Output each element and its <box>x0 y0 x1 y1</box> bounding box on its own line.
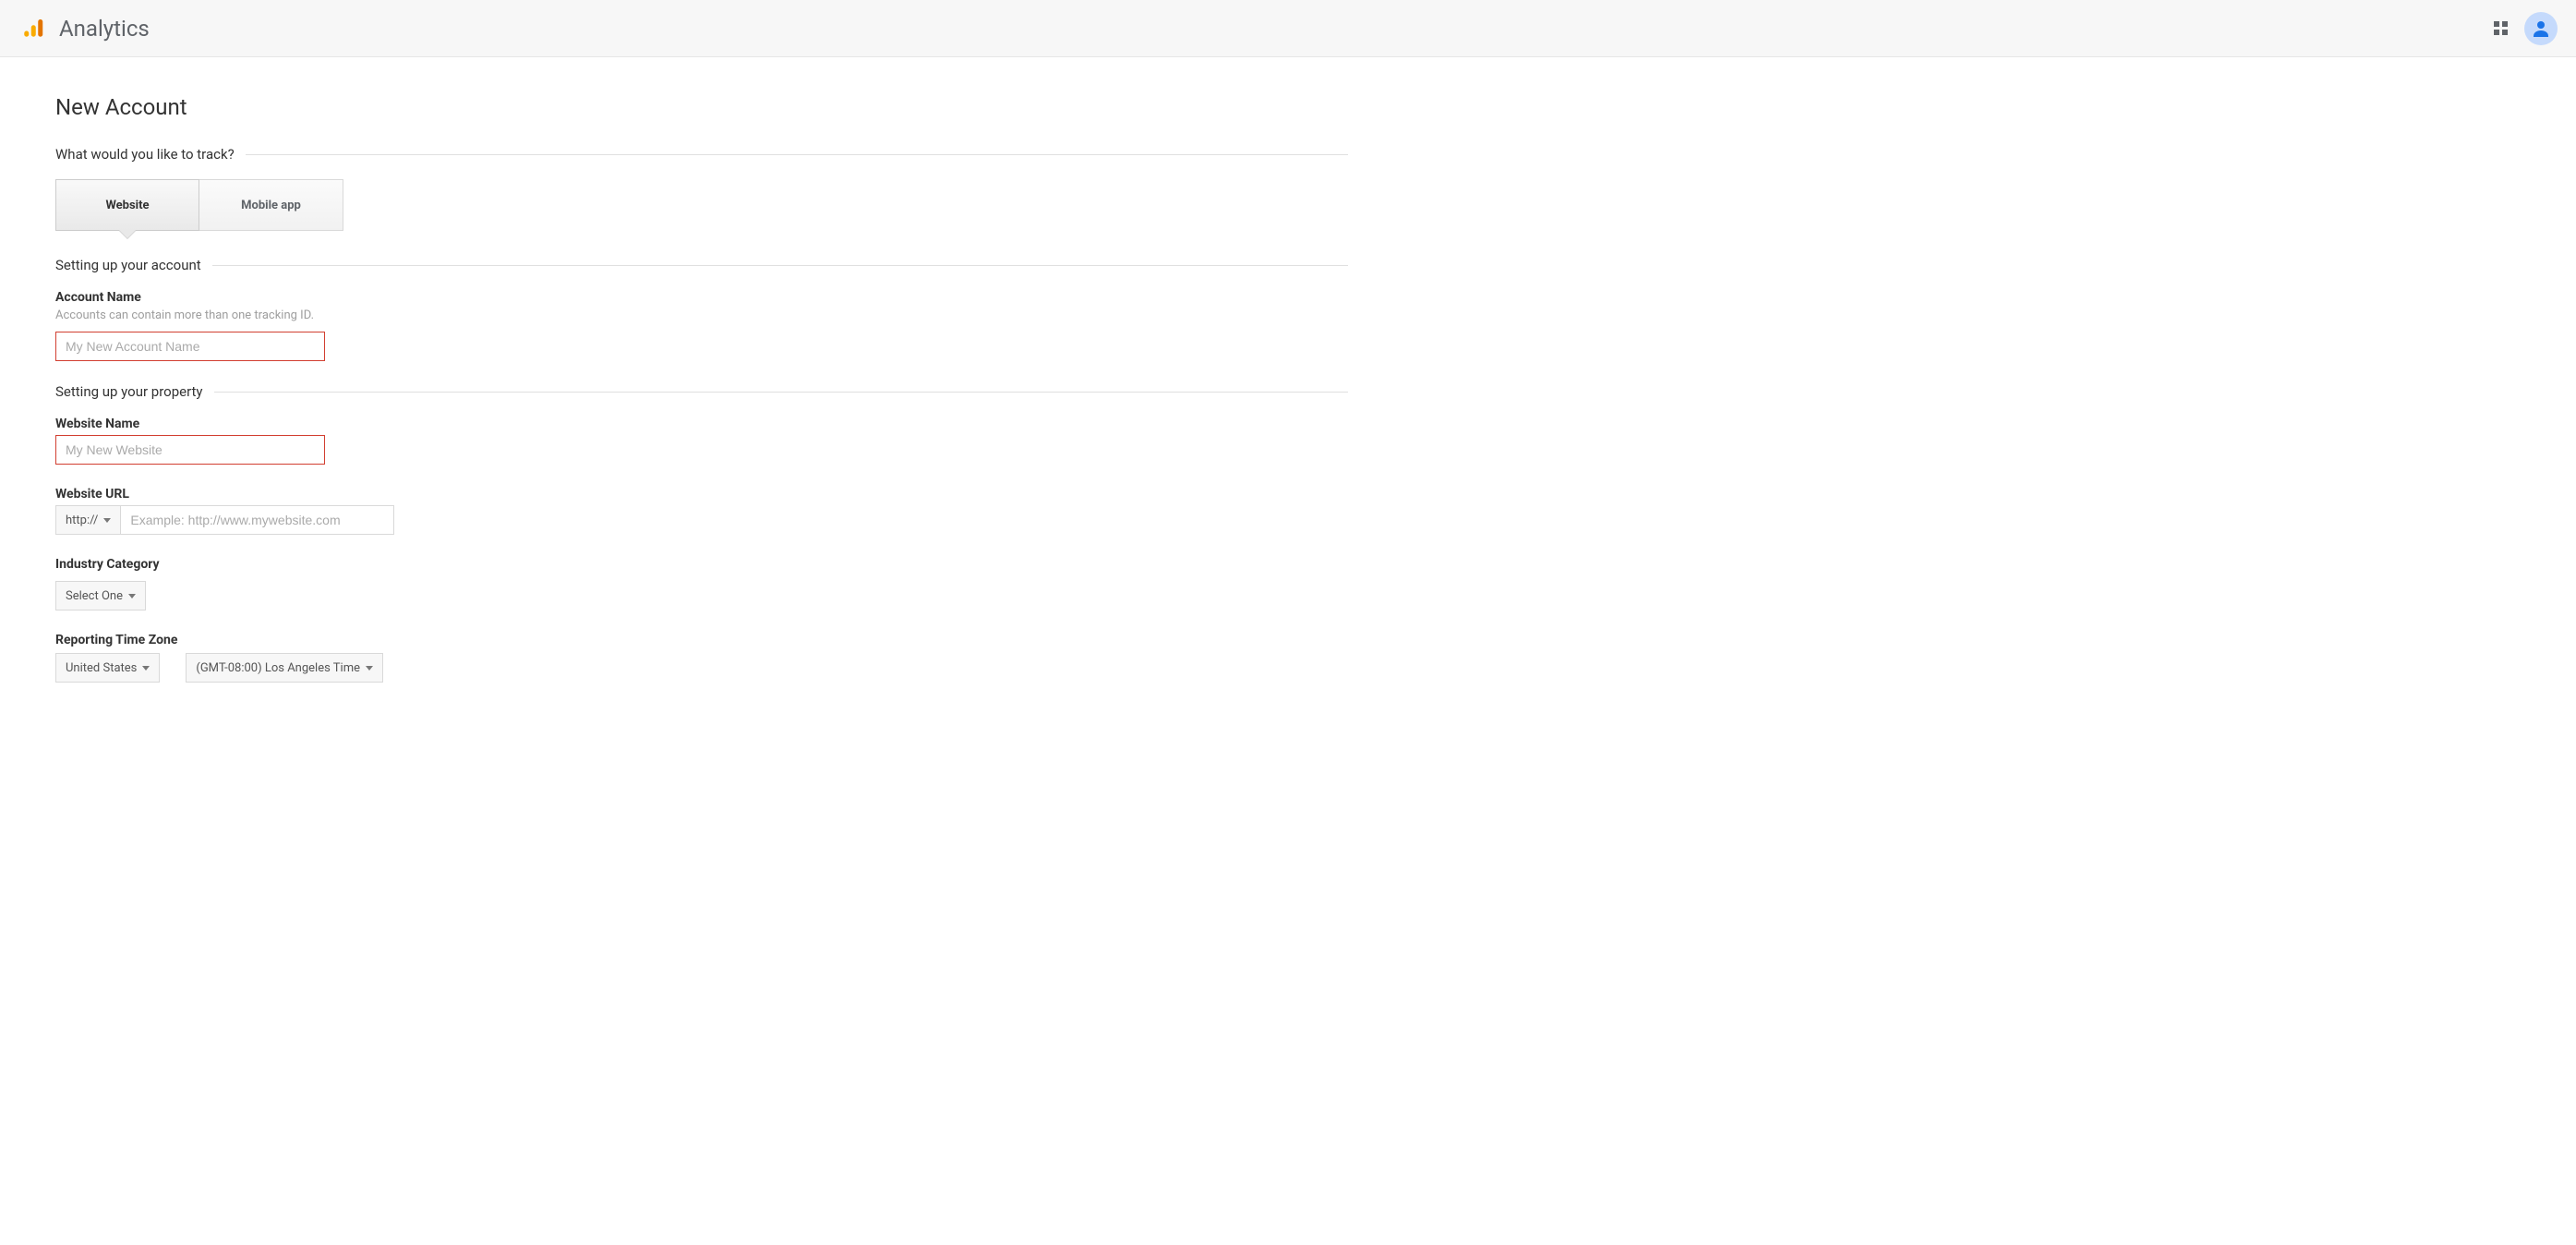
account-name-hint: Accounts can contain more than one track… <box>55 308 1348 322</box>
section-label-track: What would you like to track? <box>55 146 235 163</box>
chevron-down-icon <box>366 666 373 671</box>
apps-grid-icon[interactable] <box>2494 21 2508 35</box>
account-name-input[interactable] <box>55 332 325 361</box>
website-url-input[interactable] <box>121 505 394 535</box>
section-label-account: Setting up your account <box>55 257 201 273</box>
industry-value: Select One <box>66 589 123 603</box>
tab-mobile-app[interactable]: Mobile app <box>199 179 343 231</box>
website-name-input[interactable] <box>55 435 325 465</box>
tab-website[interactable]: Website <box>55 179 199 231</box>
user-avatar[interactable] <box>2524 12 2558 45</box>
timezone-country-value: United States <box>66 661 137 675</box>
analytics-logo-icon <box>18 15 46 42</box>
timezone-label: Reporting Time Zone <box>55 633 1348 647</box>
page-title: New Account <box>55 94 1348 120</box>
chevron-down-icon <box>142 666 150 671</box>
tab-label: Mobile app <box>241 199 301 212</box>
protocol-dropdown[interactable]: http:// <box>55 505 121 535</box>
chevron-down-icon <box>103 518 111 523</box>
chevron-down-icon <box>128 594 136 598</box>
timezone-zone-dropdown[interactable]: (GMT-08:00) Los Angeles Time <box>186 653 383 683</box>
industry-dropdown[interactable]: Select One <box>55 581 146 610</box>
timezone-country-dropdown[interactable]: United States <box>55 653 160 683</box>
app-title: Analytics <box>59 16 150 42</box>
section-label-property: Setting up your property <box>55 383 203 400</box>
protocol-value: http:// <box>66 514 98 527</box>
industry-label: Industry Category <box>55 557 1348 572</box>
website-url-label: Website URL <box>55 487 1348 502</box>
account-name-label: Account Name <box>55 290 1348 305</box>
tab-label: Website <box>105 199 149 212</box>
timezone-zone-value: (GMT-08:00) Los Angeles Time <box>196 661 360 675</box>
website-name-label: Website Name <box>55 417 1348 431</box>
